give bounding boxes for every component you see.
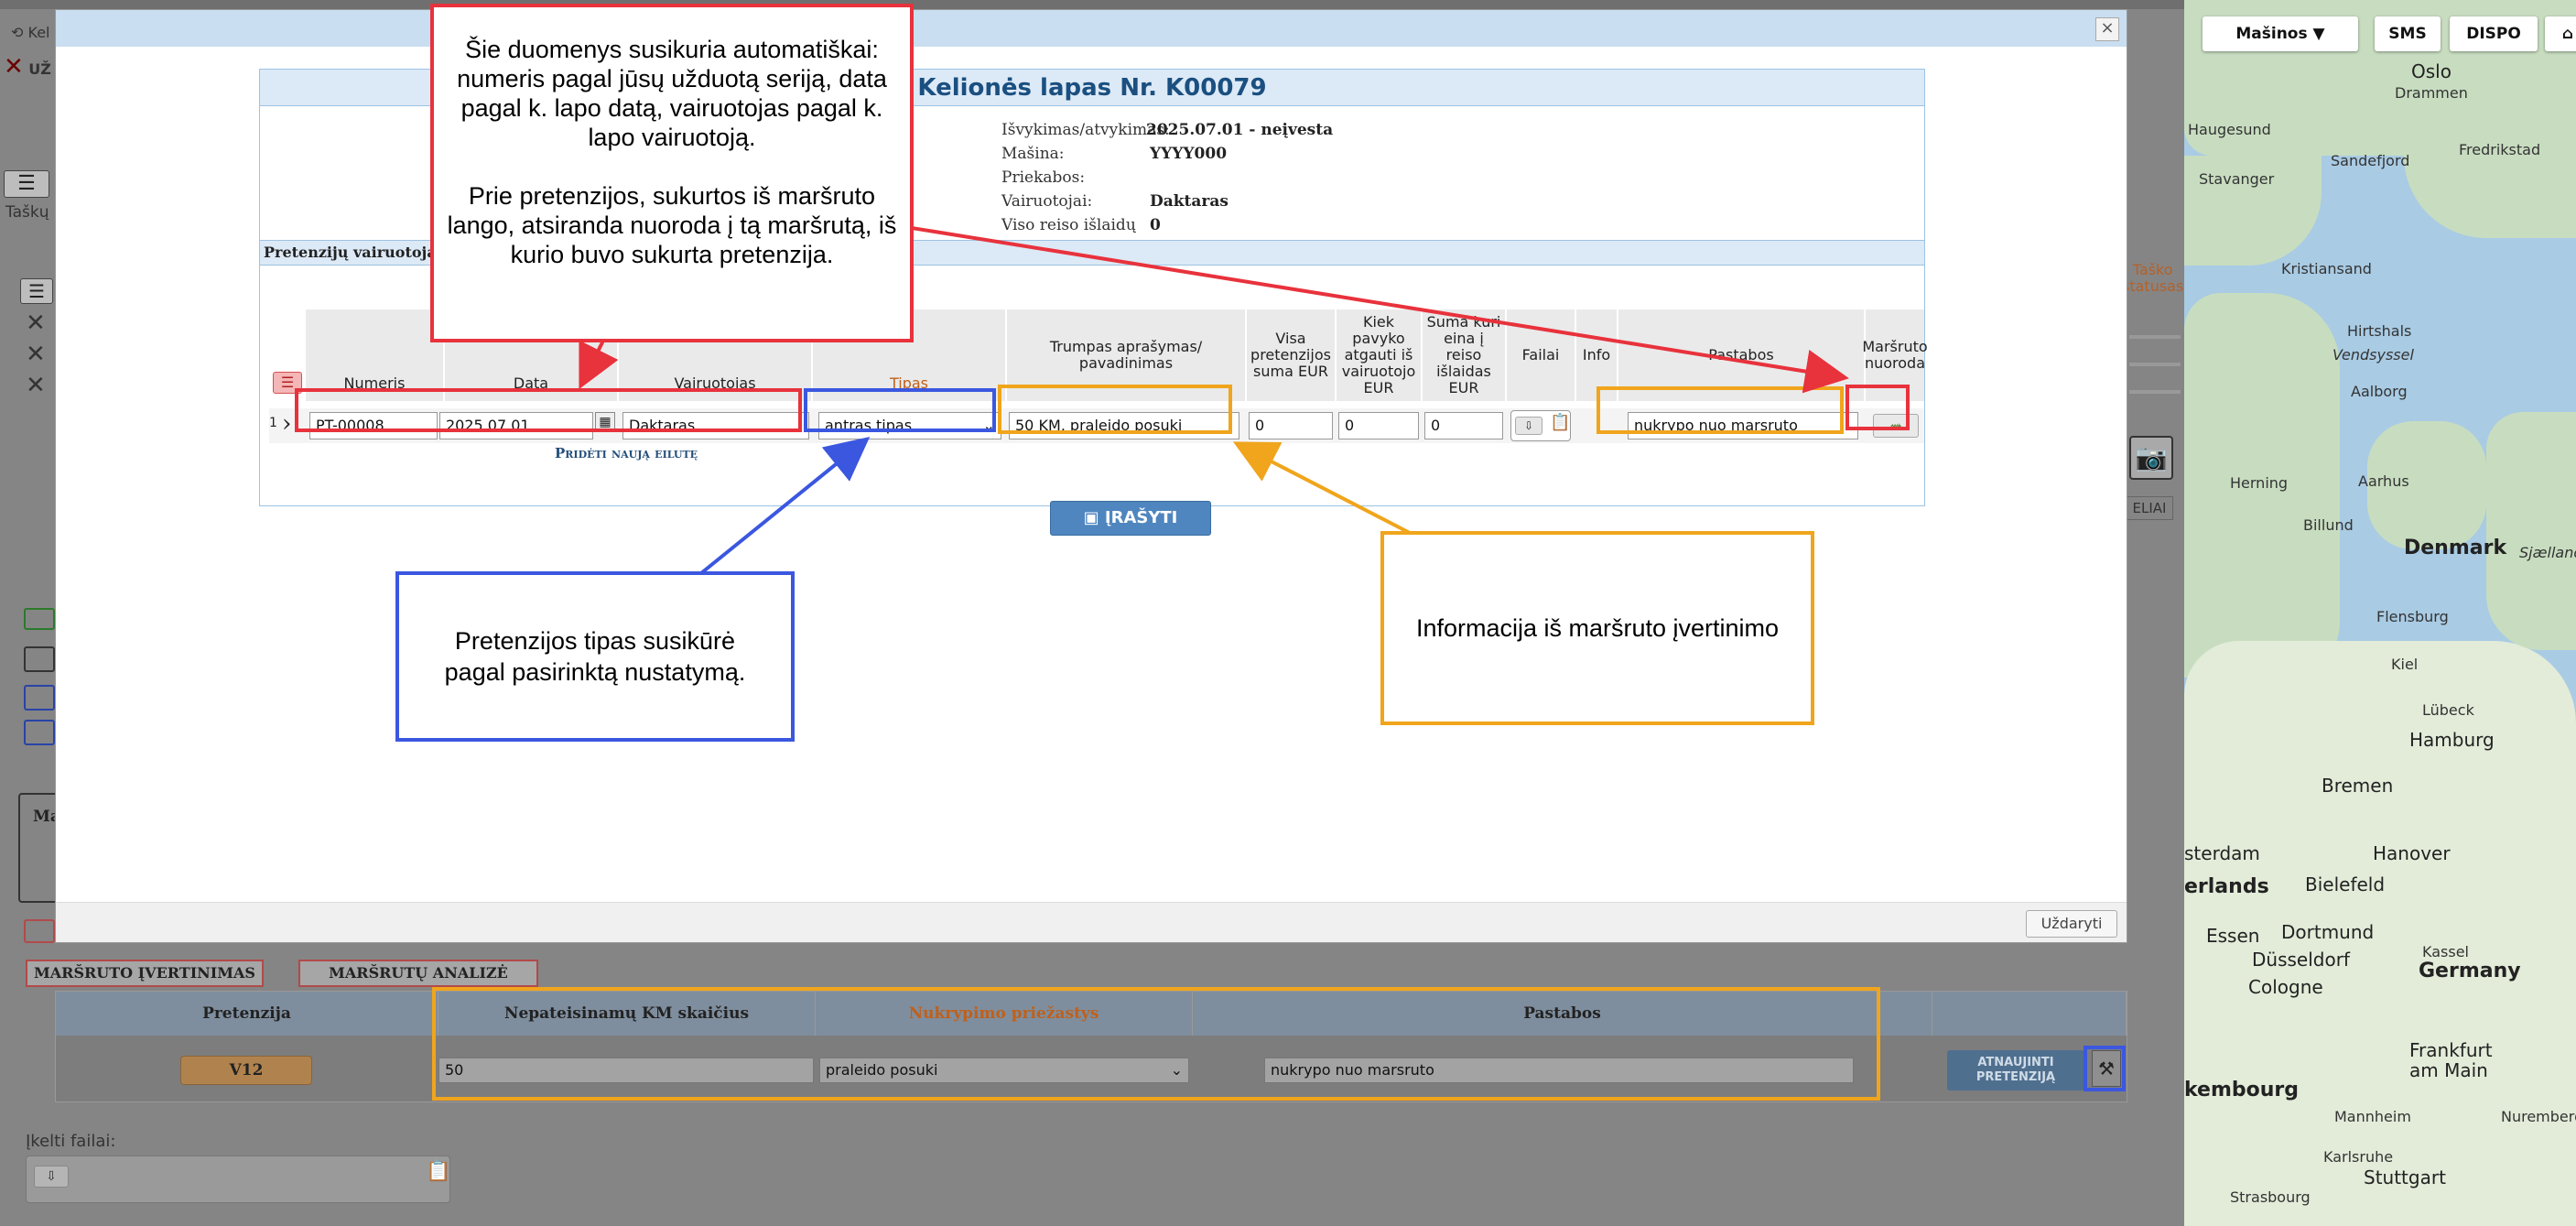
red-arrow-route <box>860 218 1849 394</box>
blue-callout: Pretenzijos tipas susikūrė pagal pasirin… <box>395 571 795 742</box>
red-callout: Šie duomenys susikuria automatiškai: num… <box>430 4 914 342</box>
orange-callout: Informacija iš maršruto įvertinimo <box>1380 531 1814 725</box>
annotation-arrows <box>579 218 1849 575</box>
red-arrow-down <box>579 338 619 390</box>
orange-arrow <box>1232 441 1411 535</box>
blue-arrow <box>699 436 871 575</box>
